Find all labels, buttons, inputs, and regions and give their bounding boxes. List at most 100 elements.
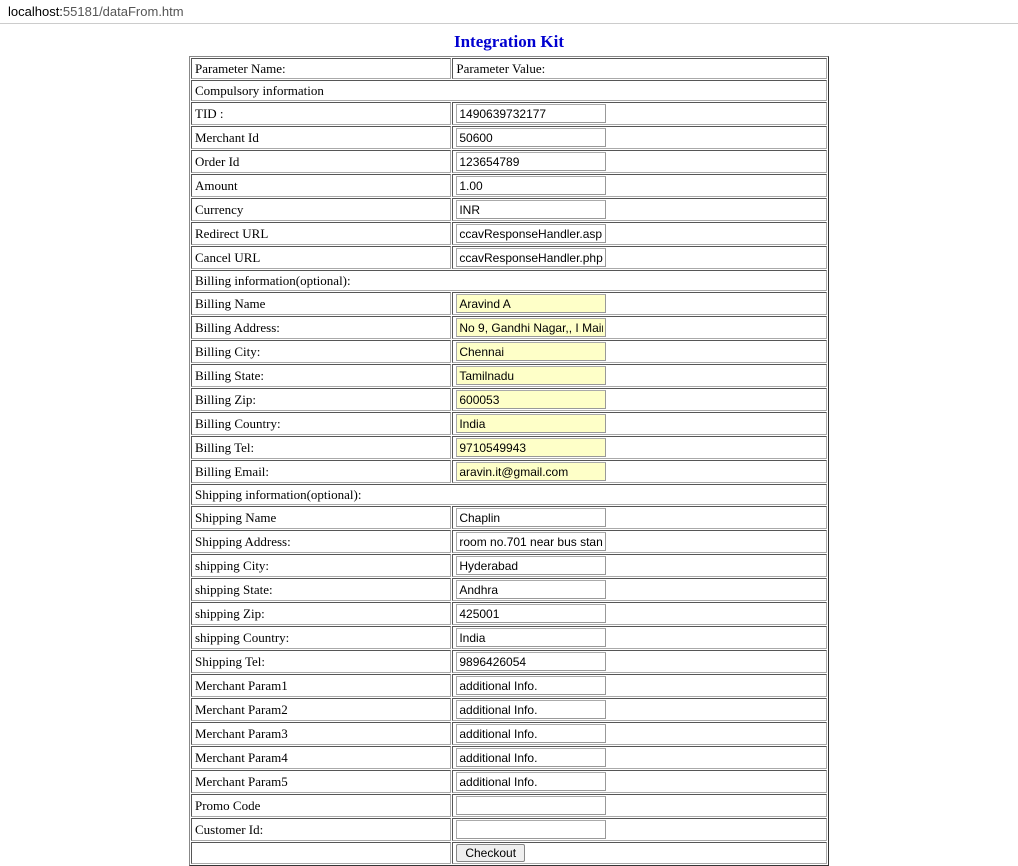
section-compulsory: Compulsory information	[191, 80, 827, 101]
label-billing-state: Billing State:	[191, 364, 451, 387]
label-merchant-param4: Merchant Param4	[191, 746, 451, 769]
row-merchant-param2: Merchant Param2	[191, 698, 827, 721]
row-customer-id: Customer Id:	[191, 818, 827, 841]
input-billing-tel[interactable]	[456, 438, 606, 457]
page-title: Integration Kit	[189, 32, 829, 52]
row-amount: Amount	[191, 174, 827, 197]
input-merchant-param2[interactable]	[456, 700, 606, 719]
row-shipping-address: Shipping Address:	[191, 530, 827, 553]
label-billing-country: Billing Country:	[191, 412, 451, 435]
row-redirect-url: Redirect URL	[191, 222, 827, 245]
input-billing-email[interactable]	[456, 462, 606, 481]
label-billing-city: Billing City:	[191, 340, 451, 363]
input-tid[interactable]	[456, 104, 606, 123]
url-host: localhost:	[8, 4, 63, 19]
input-merchant-param4[interactable]	[456, 748, 606, 767]
label-merchant-param1: Merchant Param1	[191, 674, 451, 697]
section-billing: Billing information(optional):	[191, 270, 827, 291]
label-order-id: Order Id	[191, 150, 451, 173]
input-shipping-tel[interactable]	[456, 652, 606, 671]
header-row: Parameter Name: Parameter Value:	[191, 58, 827, 79]
input-shipping-zip[interactable]	[456, 604, 606, 623]
label-promo-code: Promo Code	[191, 794, 451, 817]
row-billing-name: Billing Name	[191, 292, 827, 315]
input-billing-address[interactable]	[456, 318, 606, 337]
label-shipping-tel: Shipping Tel:	[191, 650, 451, 673]
row-merchant-id: Merchant Id	[191, 126, 827, 149]
label-merchant-id: Merchant Id	[191, 126, 451, 149]
input-merchant-param3[interactable]	[456, 724, 606, 743]
input-redirect-url[interactable]	[456, 224, 606, 243]
input-amount[interactable]	[456, 176, 606, 195]
label-redirect-url: Redirect URL	[191, 222, 451, 245]
label-billing-tel: Billing Tel:	[191, 436, 451, 459]
label-billing-zip: Billing Zip:	[191, 388, 451, 411]
input-shipping-name[interactable]	[456, 508, 606, 527]
row-shipping-country: shipping Country:	[191, 626, 827, 649]
input-promo-code[interactable]	[456, 796, 606, 815]
input-customer-id[interactable]	[456, 820, 606, 839]
label-shipping-city: shipping City:	[191, 554, 451, 577]
row-billing-zip: Billing Zip:	[191, 388, 827, 411]
label-merchant-param2: Merchant Param2	[191, 698, 451, 721]
input-merchant-id[interactable]	[456, 128, 606, 147]
empty-cell	[191, 842, 451, 864]
row-merchant-param1: Merchant Param1	[191, 674, 827, 697]
row-shipping-tel: Shipping Tel:	[191, 650, 827, 673]
url-path: 55181/dataFrom.htm	[63, 4, 184, 19]
input-currency[interactable]	[456, 200, 606, 219]
input-billing-name[interactable]	[456, 294, 606, 313]
row-merchant-param3: Merchant Param3	[191, 722, 827, 745]
input-merchant-param1[interactable]	[456, 676, 606, 695]
label-amount: Amount	[191, 174, 451, 197]
row-billing-address: Billing Address:	[191, 316, 827, 339]
label-tid: TID :	[191, 102, 451, 125]
label-customer-id: Customer Id:	[191, 818, 451, 841]
input-cancel-url[interactable]	[456, 248, 606, 267]
label-billing-name: Billing Name	[191, 292, 451, 315]
checkout-button[interactable]: Checkout	[456, 844, 525, 862]
label-shipping-country: shipping Country:	[191, 626, 451, 649]
row-shipping-state: shipping State:	[191, 578, 827, 601]
label-billing-address: Billing Address:	[191, 316, 451, 339]
label-shipping-zip: shipping Zip:	[191, 602, 451, 625]
row-billing-tel: Billing Tel:	[191, 436, 827, 459]
parameter-table: Parameter Name: Parameter Value: Compuls…	[189, 56, 829, 866]
input-order-id[interactable]	[456, 152, 606, 171]
label-shipping-name: Shipping Name	[191, 506, 451, 529]
input-billing-state[interactable]	[456, 366, 606, 385]
label-cancel-url: Cancel URL	[191, 246, 451, 269]
input-billing-zip[interactable]	[456, 390, 606, 409]
input-shipping-address[interactable]	[456, 532, 606, 551]
input-shipping-country[interactable]	[456, 628, 606, 647]
input-billing-country[interactable]	[456, 414, 606, 433]
label-merchant-param3: Merchant Param3	[191, 722, 451, 745]
row-promo-code: Promo Code	[191, 794, 827, 817]
input-shipping-city[interactable]	[456, 556, 606, 575]
row-cancel-url: Cancel URL	[191, 246, 827, 269]
row-billing-city: Billing City:	[191, 340, 827, 363]
address-bar[interactable]: localhost:55181/dataFrom.htm	[0, 0, 1018, 24]
row-merchant-param4: Merchant Param4	[191, 746, 827, 769]
label-shipping-state: shipping State:	[191, 578, 451, 601]
row-shipping-city: shipping City:	[191, 554, 827, 577]
header-name: Parameter Name:	[191, 58, 451, 79]
input-billing-city[interactable]	[456, 342, 606, 361]
row-submit: Checkout	[191, 842, 827, 864]
row-merchant-param5: Merchant Param5	[191, 770, 827, 793]
input-shipping-state[interactable]	[456, 580, 606, 599]
header-value: Parameter Value:	[452, 58, 827, 79]
row-shipping-name: Shipping Name	[191, 506, 827, 529]
label-currency: Currency	[191, 198, 451, 221]
row-currency: Currency	[191, 198, 827, 221]
input-merchant-param5[interactable]	[456, 772, 606, 791]
label-shipping-address: Shipping Address:	[191, 530, 451, 553]
row-billing-state: Billing State:	[191, 364, 827, 387]
row-billing-email: Billing Email:	[191, 460, 827, 483]
row-tid: TID :	[191, 102, 827, 125]
label-merchant-param5: Merchant Param5	[191, 770, 451, 793]
row-billing-country: Billing Country:	[191, 412, 827, 435]
row-order-id: Order Id	[191, 150, 827, 173]
label-billing-email: Billing Email:	[191, 460, 451, 483]
section-shipping: Shipping information(optional):	[191, 484, 827, 505]
